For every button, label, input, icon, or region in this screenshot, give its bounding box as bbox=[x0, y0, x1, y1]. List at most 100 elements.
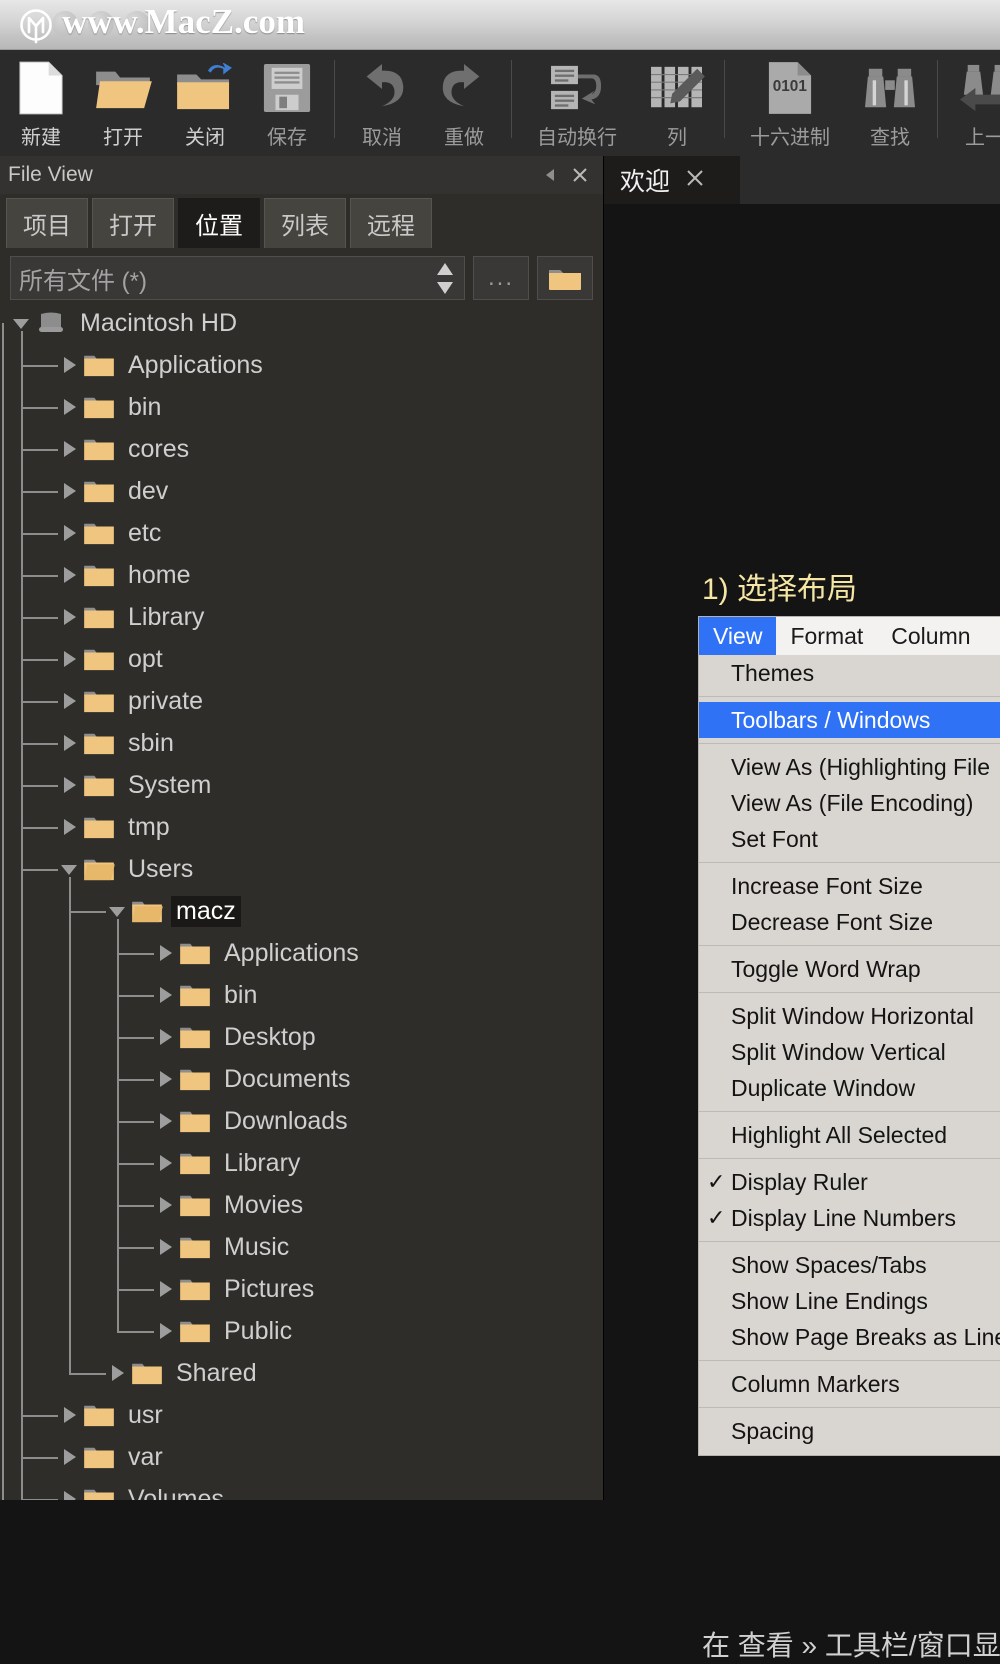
tree-collapsed-triangle-icon[interactable] bbox=[152, 1268, 178, 1310]
tree-item[interactable]: Downloads bbox=[0, 1100, 604, 1142]
menu-items-list[interactable]: Themes Toolbars / Windows View As (Highlig… bbox=[699, 655, 1000, 1455]
tree-collapsed-triangle-icon[interactable] bbox=[56, 470, 82, 512]
tree-item[interactable]: var bbox=[0, 1436, 604, 1478]
menu-item[interactable]: Column Markers bbox=[699, 1366, 1000, 1402]
tree-item[interactable]: bin bbox=[0, 386, 604, 428]
tree-collapsed-triangle-icon[interactable] bbox=[56, 764, 82, 806]
tree-item[interactable]: Public bbox=[0, 1310, 604, 1352]
close-x-icon[interactable] bbox=[684, 167, 706, 194]
tree-collapsed-triangle-icon[interactable] bbox=[56, 1436, 82, 1478]
tree-collapsed-triangle-icon[interactable] bbox=[152, 1100, 178, 1142]
menu-item[interactable]: ✓ Display Line Numbers bbox=[699, 1200, 1000, 1236]
menu-item[interactable]: Themes bbox=[699, 655, 1000, 691]
tree-collapsed-triangle-icon[interactable] bbox=[56, 386, 82, 428]
tree-collapsed-triangle-icon[interactable] bbox=[56, 722, 82, 764]
toolbar-button-open-folder[interactable]: 打开 bbox=[82, 50, 164, 156]
menu-item[interactable]: Set Font bbox=[699, 821, 1000, 857]
menu-item[interactable]: Show Line Endings bbox=[699, 1283, 1000, 1319]
toolbar-button-find-previous[interactable]: 上一 bbox=[944, 50, 1000, 156]
tree-collapsed-triangle-icon[interactable] bbox=[152, 974, 178, 1016]
tree-item[interactable]: private bbox=[0, 680, 604, 722]
tree-collapsed-triangle-icon[interactable] bbox=[56, 1394, 82, 1436]
file-view-tab-3[interactable]: 列表 bbox=[264, 198, 346, 248]
tree-item[interactable]: Applications bbox=[0, 932, 604, 974]
toolbar-button-undo-arrow[interactable]: 取消 bbox=[341, 50, 423, 156]
menu-item[interactable]: Spacing bbox=[699, 1413, 1000, 1449]
tree-collapsed-triangle-icon[interactable] bbox=[56, 596, 82, 638]
toolbar-button-save-floppy[interactable]: 保存 bbox=[246, 50, 328, 156]
toolbar-button-binoculars-find[interactable]: 查找 bbox=[849, 50, 931, 156]
tree-item[interactable]: Desktop bbox=[0, 1016, 604, 1058]
menu-bar-item-format[interactable]: Format bbox=[776, 617, 877, 655]
menu-item[interactable]: Show Spaces/Tabs bbox=[699, 1247, 1000, 1283]
browse-more-button[interactable]: ... bbox=[473, 256, 529, 300]
tree-collapsed-triangle-icon[interactable] bbox=[56, 512, 82, 554]
tree-item[interactable]: Macintosh HD bbox=[0, 302, 604, 344]
menu-item[interactable]: Duplicate Window bbox=[699, 1070, 1000, 1106]
file-view-tab-1[interactable]: 打开 bbox=[92, 198, 174, 248]
menu-item[interactable]: ✓ Display Ruler bbox=[699, 1164, 1000, 1200]
file-view-tab-4[interactable]: 远程 bbox=[350, 198, 432, 248]
tree-collapsed-triangle-icon[interactable] bbox=[152, 1226, 178, 1268]
tree-item[interactable]: dev bbox=[0, 470, 604, 512]
collapse-left-triangle-icon[interactable] bbox=[535, 161, 565, 189]
tree-item[interactable]: Library bbox=[0, 1142, 604, 1184]
menu-item[interactable]: Increase Font Size bbox=[699, 868, 1000, 904]
tree-item[interactable]: System bbox=[0, 764, 604, 806]
file-view-tab-0[interactable]: 项目 bbox=[6, 198, 88, 248]
tree-collapsed-triangle-icon[interactable] bbox=[104, 1352, 130, 1394]
toolbar-button-hex-0101[interactable]: 0101 十六进制 bbox=[731, 50, 849, 156]
tree-item[interactable]: tmp bbox=[0, 806, 604, 848]
tree-collapsed-triangle-icon[interactable] bbox=[152, 1142, 178, 1184]
editor-tab-strip[interactable]: 欢迎 bbox=[604, 156, 1000, 204]
tree-item[interactable]: Volumes bbox=[0, 1478, 604, 1500]
tree-item[interactable]: Pictures bbox=[0, 1268, 604, 1310]
tree-collapsed-triangle-icon[interactable] bbox=[56, 1478, 82, 1500]
close-x-icon[interactable] bbox=[565, 161, 595, 189]
tree-item[interactable]: Users bbox=[0, 848, 604, 890]
file-tree[interactable]: Macintosh HD Applications bin cores dev etc ho… bbox=[0, 302, 604, 1500]
tree-collapsed-triangle-icon[interactable] bbox=[152, 1058, 178, 1100]
tree-item[interactable]: cores bbox=[0, 428, 604, 470]
editor-tab-0[interactable]: 欢迎 bbox=[604, 156, 740, 204]
tree-item[interactable]: home bbox=[0, 554, 604, 596]
file-view-tabs[interactable]: 项目 打开 位置 列表 远程 bbox=[0, 194, 603, 248]
up-down-spinner-icon[interactable] bbox=[436, 263, 454, 294]
toolbar-button-redo-arrow[interactable]: 重做 bbox=[423, 50, 505, 156]
menu-bar-item-column[interactable]: Column bbox=[877, 617, 984, 655]
menu-item[interactable]: Show Page Breaks as Line bbox=[699, 1319, 1000, 1355]
tree-collapsed-triangle-icon[interactable] bbox=[56, 554, 82, 596]
tree-item[interactable]: bin bbox=[0, 974, 604, 1016]
menu-item[interactable]: Split Window Horizontal bbox=[699, 998, 1000, 1034]
tree-collapsed-triangle-icon[interactable] bbox=[56, 638, 82, 680]
menu-item[interactable]: Highlight All Selected bbox=[699, 1117, 1000, 1153]
tree-collapsed-triangle-icon[interactable] bbox=[152, 1016, 178, 1058]
tree-collapsed-triangle-icon[interactable] bbox=[56, 680, 82, 722]
menu-item[interactable]: Toggle Word Wrap bbox=[699, 951, 1000, 987]
tree-item[interactable]: opt bbox=[0, 638, 604, 680]
tree-item[interactable]: Library bbox=[0, 596, 604, 638]
choose-folder-button[interactable] bbox=[537, 256, 593, 300]
toolbar-button-new-document[interactable]: 新建 bbox=[0, 50, 82, 156]
menu-item[interactable]: View As (File Encoding) bbox=[699, 785, 1000, 821]
toolbar-button-word-wrap[interactable]: 自动换行 bbox=[518, 50, 636, 156]
tree-collapsed-triangle-icon[interactable] bbox=[56, 344, 82, 386]
tree-item[interactable]: Documents bbox=[0, 1058, 604, 1100]
tree-item[interactable]: usr bbox=[0, 1394, 604, 1436]
toolbar-button-close-folder[interactable]: 关闭 bbox=[164, 50, 246, 156]
tree-collapsed-triangle-icon[interactable] bbox=[152, 1310, 178, 1352]
menu-item[interactable]: Decrease Font Size bbox=[699, 904, 1000, 940]
file-view-tab-2[interactable]: 位置 bbox=[178, 198, 260, 248]
tree-collapsed-triangle-icon[interactable] bbox=[152, 932, 178, 974]
menu-item[interactable]: Split Window Vertical bbox=[699, 1034, 1000, 1070]
tree-collapsed-triangle-icon[interactable] bbox=[152, 1184, 178, 1226]
menu-item[interactable]: View As (Highlighting File bbox=[699, 749, 1000, 785]
tree-item[interactable]: Applications bbox=[0, 344, 604, 386]
tree-item[interactable]: sbin bbox=[0, 722, 604, 764]
toolbar-button-column-edit[interactable]: 列 bbox=[636, 50, 718, 156]
tree-item[interactable]: Movies bbox=[0, 1184, 604, 1226]
file-type-combo[interactable]: 所有文件 (*) bbox=[10, 256, 465, 300]
tree-collapsed-triangle-icon[interactable] bbox=[56, 428, 82, 470]
menu-item[interactable]: Toolbars / Windows bbox=[699, 702, 1000, 738]
tree-item[interactable]: Music bbox=[0, 1226, 604, 1268]
